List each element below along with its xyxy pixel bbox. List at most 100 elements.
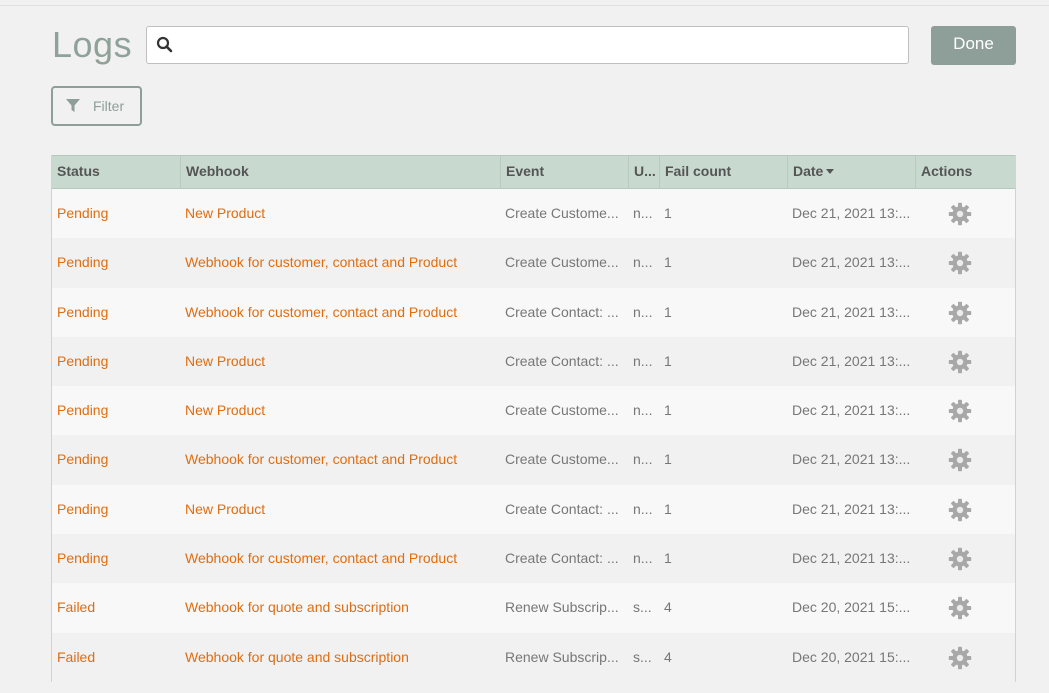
table-row[interactable]: Pending Webhook for customer, contact and… <box>52 238 1015 288</box>
table-row[interactable]: Pending New Product Create Contact: ... n..… <box>52 336 1015 387</box>
u-cell: n... <box>633 451 653 468</box>
event-cell: Renew Subscrip... <box>505 599 619 616</box>
u-cell: n... <box>633 550 653 567</box>
fail-count-cell: 1 <box>664 550 672 567</box>
column-header-status[interactable]: Status <box>52 156 180 189</box>
table-body: Pending New Product Create Custome... n... 1… <box>52 189 1015 682</box>
gear-icon[interactable] <box>948 202 972 226</box>
page-title: Logs <box>52 24 133 65</box>
event-cell: Create Contact: ... <box>505 352 619 369</box>
date-cell: Dec 20, 2021 15:... <box>792 599 911 616</box>
table-row[interactable]: Pending New Product Create Contact: ... n..… <box>52 484 1015 535</box>
status-cell: Pending <box>57 205 109 221</box>
search-input[interactable] <box>181 27 905 65</box>
column-header-event[interactable]: Event <box>500 156 628 189</box>
webhook-cell[interactable]: Webhook for customer, contact and Produc… <box>180 534 500 583</box>
gear-icon[interactable] <box>948 251 972 275</box>
date-cell: Dec 21, 2021 13:... <box>792 254 911 271</box>
gear-icon[interactable] <box>948 547 972 571</box>
gear-icon[interactable] <box>948 399 972 423</box>
event-cell: Create Custome... <box>505 205 619 221</box>
u-cell: n... <box>633 500 653 517</box>
webhook-cell[interactable]: Webhook for quote and subscription <box>180 583 500 632</box>
webhook-cell[interactable]: New Product <box>180 337 500 386</box>
fail-count-cell: 4 <box>664 648 672 665</box>
date-cell: Dec 21, 2021 13:... <box>792 205 911 221</box>
sort-desc-icon <box>826 169 835 174</box>
table-row[interactable]: Pending Webhook for customer, contact and… <box>52 435 1015 485</box>
status-cell: Failed <box>57 599 96 616</box>
gear-icon[interactable] <box>948 646 972 670</box>
column-header-webhook[interactable]: Webhook <box>180 156 500 189</box>
gear-icon[interactable] <box>948 498 972 522</box>
fail-count-cell: 1 <box>664 303 672 320</box>
webhook-cell[interactable]: Webhook for quote and subscription <box>180 633 500 682</box>
status-cell: Pending <box>57 451 109 468</box>
u-cell: n... <box>633 303 653 320</box>
webhook-cell[interactable]: New Product <box>180 189 500 238</box>
u-cell: n... <box>633 254 653 271</box>
u-cell: s... <box>633 648 652 665</box>
table-row[interactable]: Pending Webhook for customer, contact and… <box>52 534 1015 584</box>
column-header-fail-count[interactable]: Fail count <box>659 156 787 189</box>
search-box[interactable] <box>146 26 909 65</box>
webhook-cell[interactable]: New Product <box>180 386 500 435</box>
filter-button[interactable]: Filter <box>51 86 142 126</box>
webhook-cell[interactable]: Webhook for customer, contact and Produc… <box>180 435 500 484</box>
fail-count-cell: 1 <box>664 402 672 419</box>
status-cell: Pending <box>57 352 109 369</box>
table-row[interactable]: Pending New Product Create Custome... n... 1… <box>52 386 1015 436</box>
event-cell: Create Contact: ... <box>505 500 619 517</box>
filter-label: Filter <box>93 98 125 114</box>
filter-icon <box>66 99 80 112</box>
column-header-actions: Actions <box>915 156 1015 189</box>
column-header-date[interactable]: Date <box>787 156 915 189</box>
status-cell: Failed <box>57 648 96 665</box>
event-cell: Create Contact: ... <box>505 303 619 320</box>
column-header-date-label: Date <box>793 163 824 179</box>
table-header: Status Webhook Event U... Fail count Dat… <box>52 155 1015 189</box>
done-button[interactable]: Done <box>931 26 1016 65</box>
fail-count-cell: 1 <box>664 254 672 271</box>
status-cell: Pending <box>57 303 109 320</box>
webhook-cell[interactable]: Webhook for customer, contact and Produc… <box>180 288 500 337</box>
event-cell: Renew Subscrip... <box>505 648 619 665</box>
u-cell: s... <box>633 599 652 616</box>
fail-count-cell: 1 <box>664 500 672 517</box>
event-cell: Create Custome... <box>505 254 619 271</box>
u-cell: n... <box>633 402 653 419</box>
fail-count-cell: 1 <box>664 352 672 369</box>
table-row[interactable]: Pending Webhook for customer, contact and… <box>52 287 1015 337</box>
table-row[interactable]: Failed Webhook for quote and subscription… <box>52 632 1015 682</box>
gear-icon[interactable] <box>948 596 972 620</box>
fail-count-cell: 1 <box>664 451 672 468</box>
webhook-cell[interactable]: Webhook for customer, contact and Produc… <box>180 238 500 287</box>
gear-icon[interactable] <box>948 350 972 374</box>
u-cell: n... <box>633 205 653 221</box>
date-cell: Dec 21, 2021 13:... <box>792 402 911 419</box>
status-cell: Pending <box>57 500 109 517</box>
gear-icon[interactable] <box>948 448 972 472</box>
status-cell: Pending <box>57 550 109 567</box>
date-cell: Dec 21, 2021 13:... <box>792 451 911 468</box>
event-cell: Create Custome... <box>505 451 619 468</box>
logs-table: Status Webhook Event U... Fail count Dat… <box>51 155 1016 682</box>
table-row[interactable]: Pending New Product Create Custome... n... 1… <box>52 189 1015 239</box>
webhook-cell[interactable]: New Product <box>180 485 500 534</box>
fail-count-cell: 4 <box>664 599 672 616</box>
status-cell: Pending <box>57 254 109 271</box>
event-cell: Create Contact: ... <box>505 550 619 567</box>
date-cell: Dec 21, 2021 13:... <box>792 303 911 320</box>
fail-count-cell: 1 <box>664 205 672 221</box>
gear-icon[interactable] <box>948 301 972 325</box>
date-cell: Dec 21, 2021 13:... <box>792 352 911 369</box>
column-header-u[interactable]: U... <box>628 156 659 189</box>
top-divider <box>0 5 1049 6</box>
event-cell: Create Custome... <box>505 402 619 419</box>
date-cell: Dec 21, 2021 13:... <box>792 550 911 567</box>
u-cell: n... <box>633 352 653 369</box>
status-cell: Pending <box>57 402 109 419</box>
table-row[interactable]: Failed Webhook for quote and subscription… <box>52 583 1015 633</box>
date-cell: Dec 21, 2021 13:... <box>792 500 911 517</box>
search-icon <box>156 36 173 53</box>
